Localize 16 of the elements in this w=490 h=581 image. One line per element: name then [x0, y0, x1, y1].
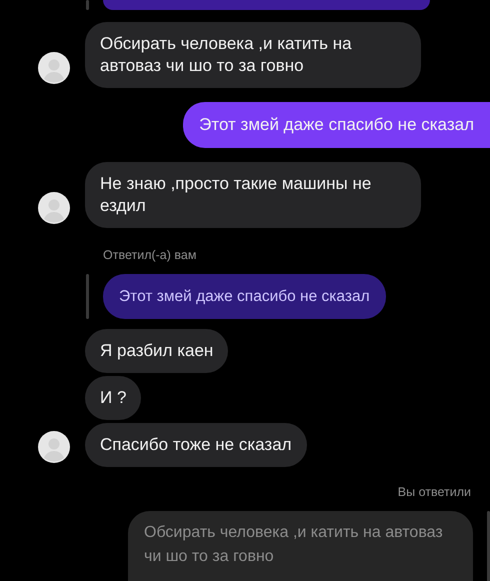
- quote-bar: [487, 511, 490, 581]
- message-bubble: Этот змей даже спасибо не сказал: [183, 102, 490, 148]
- quoted-message: Обсирать человека ,и катить на автоваз чи шо то за говно: [128, 511, 473, 581]
- reply-label: Ответил(-а) вам: [103, 248, 196, 262]
- message-bubble: Не знаю ,просто такие машины не ездил: [85, 162, 421, 228]
- message-bubble: Я разбил каен: [85, 329, 228, 373]
- message-bubble: Спасибо тоже не сказал: [85, 423, 307, 467]
- message-bubble: Обсирать человека ,и катить на автоваз чи шо то за говно: [85, 22, 421, 88]
- quote-bar: [86, 274, 89, 319]
- quoted-message: Этот змей даже спасибо не сказал: [103, 274, 386, 319]
- avatar-icon[interactable]: [38, 431, 70, 463]
- avatar-icon[interactable]: [38, 192, 70, 224]
- message-bubble: И ?: [85, 376, 142, 420]
- reply-label: Вы ответили: [398, 485, 471, 499]
- quote-bar: [86, 0, 89, 10]
- avatar-icon[interactable]: [38, 52, 70, 84]
